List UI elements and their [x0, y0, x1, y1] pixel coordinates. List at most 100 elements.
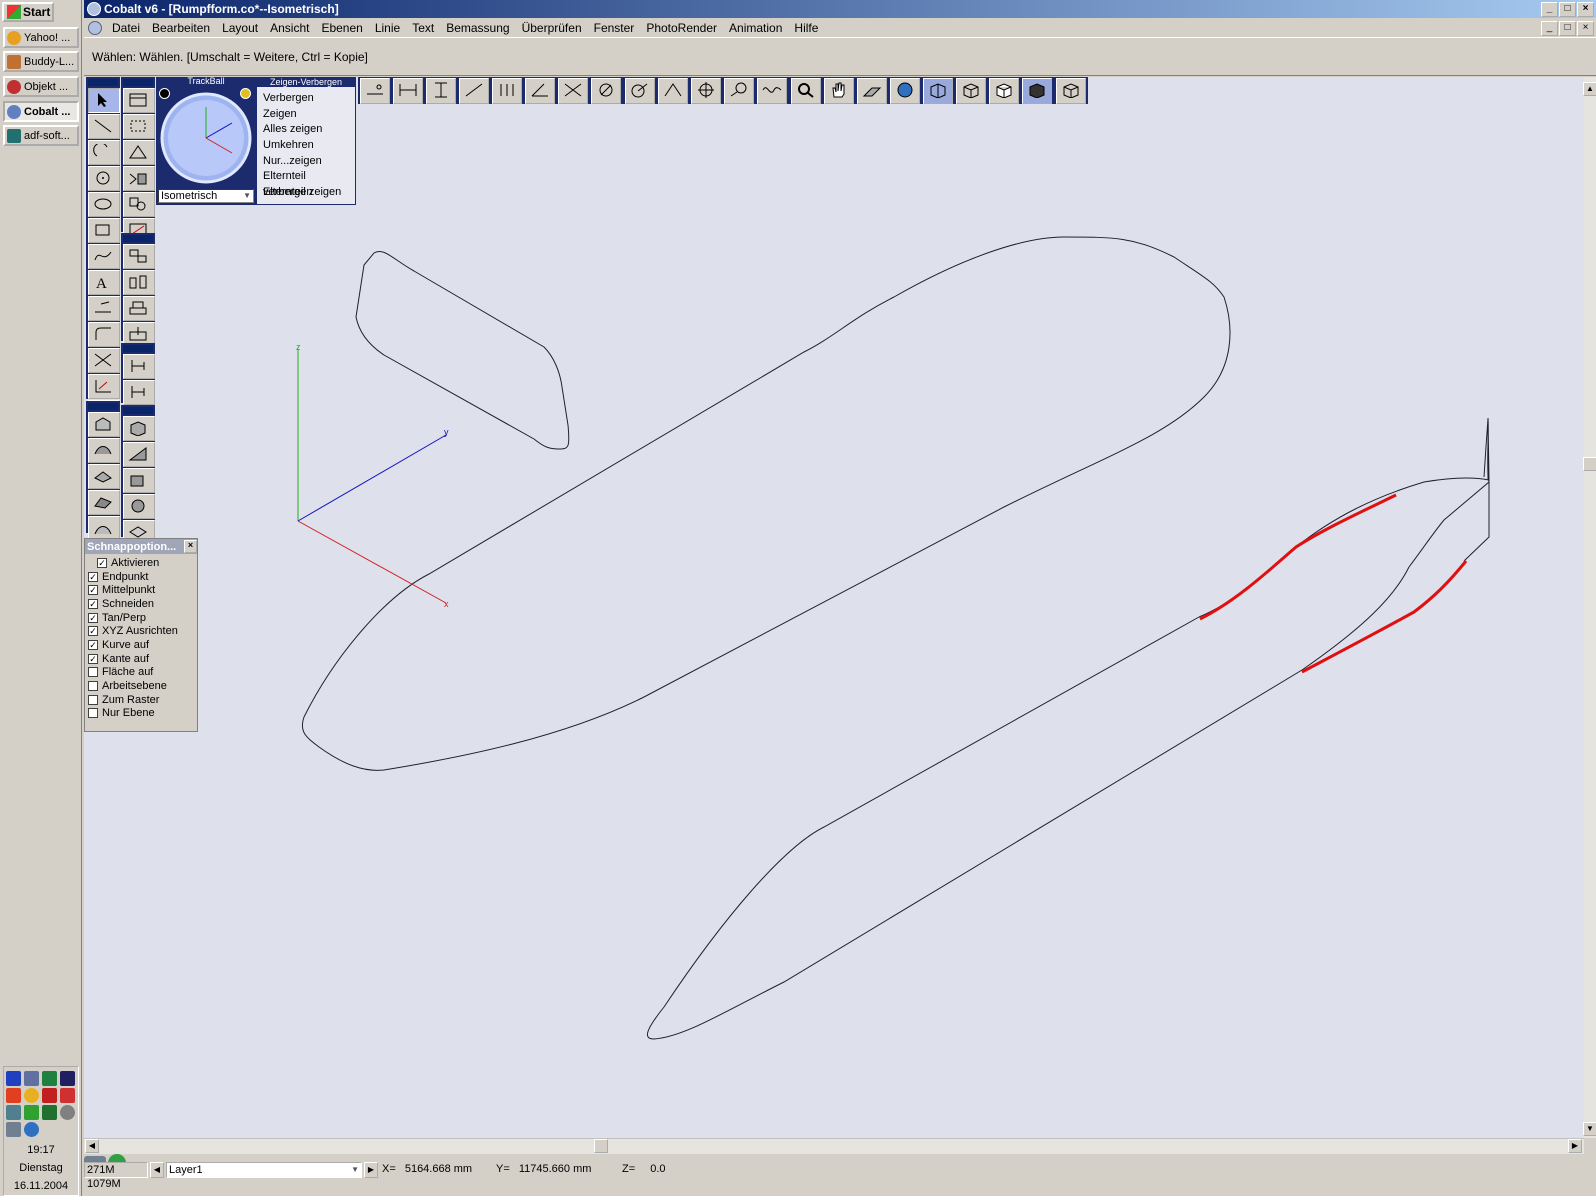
walk-view-icon[interactable]: [857, 78, 888, 104]
wedge-tool[interactable]: [123, 442, 155, 467]
snap-option-row[interactable]: ✓ XYZ Ausrichten: [85, 624, 197, 638]
ordinate-dimension-icon[interactable]: [657, 78, 688, 104]
menu-animation[interactable]: Animation: [723, 21, 788, 35]
palette-grip[interactable]: [88, 403, 118, 410]
layer-next-icon[interactable]: ▶: [364, 1162, 378, 1178]
blend-tool[interactable]: [88, 490, 120, 515]
scroll-up-arrow-icon[interactable]: ▲: [1583, 82, 1596, 96]
chart-icon[interactable]: [42, 1071, 57, 1086]
start-button[interactable]: Start: [2, 2, 54, 22]
mirror-tool[interactable]: [123, 166, 155, 191]
snap-option-checkbox[interactable]: [88, 681, 98, 692]
ellipse-tool[interactable]: [88, 192, 120, 217]
snap-option-row[interactable]: Fläche auf: [85, 666, 197, 680]
antivirus-icon[interactable]: [60, 1088, 75, 1103]
snap-option-row[interactable]: ✓ Kurve auf: [85, 638, 197, 652]
user-icon[interactable]: [6, 1071, 21, 1086]
menu-hilfe[interactable]: Hilfe: [788, 21, 824, 35]
menu-text[interactable]: Text: [406, 21, 440, 35]
yahoo-tray-icon[interactable]: [24, 1088, 39, 1103]
hatch-tool[interactable]: [123, 140, 155, 165]
horizontal-dimension-icon[interactable]: [393, 78, 424, 104]
menu-ueberpruefen[interactable]: Überprüfen: [516, 21, 588, 35]
task-button-buddy[interactable]: Buddy-L...: [3, 51, 79, 72]
tool-tray-icon[interactable]: [6, 1122, 21, 1137]
palette-grip[interactable]: [123, 345, 153, 352]
chevron-down-icon[interactable]: ▼: [351, 1163, 359, 1177]
angle-dimension-icon[interactable]: [558, 78, 589, 104]
trim-tool[interactable]: [88, 348, 120, 373]
snap-option-row[interactable]: ✓ Endpunkt: [85, 570, 197, 584]
close-button[interactable]: ×: [1577, 2, 1594, 17]
maximize-button[interactable]: □: [1559, 2, 1576, 17]
wireframe-view-icon[interactable]: [923, 78, 954, 104]
globe-icon[interactable]: [24, 1122, 39, 1137]
menu-item-elternteil-zeigen[interactable]: Elternteil zeigen: [257, 185, 355, 201]
scroll-right-arrow-icon[interactable]: ▶: [1568, 1139, 1582, 1153]
connection-icon[interactable]: [6, 1105, 21, 1120]
box-tool[interactable]: [123, 416, 155, 441]
spline-tool[interactable]: [88, 244, 120, 269]
orbit-icon[interactable]: [890, 78, 921, 104]
doc-minimize-button[interactable]: _: [1541, 21, 1558, 36]
menu-item-elternteil-verbergen[interactable]: Elternteil verbergen: [257, 169, 355, 198]
snap-option-checkbox[interactable]: [88, 708, 98, 719]
menu-photorender[interactable]: PhotoRender: [640, 21, 723, 35]
angular-dimension-icon[interactable]: [525, 78, 556, 104]
rectangle-tool[interactable]: [88, 218, 120, 243]
menu-item-umkehren[interactable]: Umkehren: [257, 138, 355, 154]
render-view-icon[interactable]: [1022, 78, 1053, 104]
snap-option-checkbox[interactable]: ✓: [88, 585, 98, 596]
snap-activate-row[interactable]: ✓ Aktivieren: [85, 556, 197, 570]
snap-option-row[interactable]: ✓ Schneiden: [85, 597, 197, 611]
menu-ebenen[interactable]: Ebenen: [315, 21, 368, 35]
chevron-down-icon[interactable]: ▼: [243, 190, 251, 202]
wave-dimension-icon[interactable]: [756, 78, 787, 104]
stack-tool[interactable]: [123, 296, 155, 321]
app-icon[interactable]: [87, 2, 101, 16]
hidden-line-view-icon[interactable]: [956, 78, 987, 104]
layout-tool[interactable]: [123, 88, 155, 113]
battery-icon[interactable]: [24, 1105, 39, 1120]
block-tool[interactable]: [123, 192, 155, 217]
palette-grip[interactable]: [123, 407, 153, 414]
snap-tool-1[interactable]: [360, 78, 390, 104]
text-tool[interactable]: A: [88, 270, 120, 295]
menu-item-alles-zeigen[interactable]: Alles zeigen: [257, 122, 355, 138]
snap-option-row[interactable]: Nur Ebene: [85, 707, 197, 721]
sweep-tool[interactable]: [88, 464, 120, 489]
menu-layout[interactable]: Layout: [216, 21, 264, 35]
snap-option-row[interactable]: Arbeitsebene: [85, 679, 197, 693]
dimension-tool[interactable]: [88, 296, 120, 321]
task-button-cobalt[interactable]: Cobalt ...: [3, 101, 79, 122]
refresh-icon[interactable]: [60, 1105, 75, 1120]
select-tool[interactable]: [88, 88, 120, 113]
menu-datei[interactable]: Datei: [106, 21, 146, 35]
menu-fenster[interactable]: Fenster: [588, 21, 641, 35]
snap-option-row[interactable]: ✓ Tan/Perp: [85, 611, 197, 625]
menu-ansicht[interactable]: Ansicht: [264, 21, 315, 35]
arc-tool[interactable]: [88, 140, 120, 165]
menu-item-zeigen[interactable]: Zeigen: [257, 107, 355, 123]
circle-tool[interactable]: [88, 166, 120, 191]
snap-option-checkbox[interactable]: ✓: [88, 639, 98, 650]
doc-restore-button[interactable]: □: [1559, 21, 1576, 36]
minimize-button[interactable]: _: [1541, 2, 1558, 17]
drawing-viewport[interactable]: z y x: [84, 77, 1584, 1138]
menu-item-verbergen[interactable]: Verbergen: [257, 91, 355, 107]
snap-option-row[interactable]: Zum Raster: [85, 693, 197, 707]
menu-bearbeiten[interactable]: Bearbeiten: [146, 21, 216, 35]
snap-option-checkbox[interactable]: ✓: [88, 612, 98, 623]
snap-option-checkbox[interactable]: ✓: [88, 653, 98, 664]
scroll-down-arrow-icon[interactable]: ▼: [1583, 1122, 1596, 1136]
revolve-tool[interactable]: [123, 380, 155, 405]
network-icon[interactable]: [24, 1071, 39, 1086]
line-tool[interactable]: [88, 114, 120, 139]
document-icon[interactable]: [88, 21, 102, 35]
fillet-tool[interactable]: [88, 322, 120, 347]
pan-hand-icon[interactable]: [824, 78, 855, 104]
task-button-yahoo[interactable]: Yahoo! ...: [3, 27, 79, 48]
snap-option-checkbox[interactable]: ✓: [88, 626, 98, 637]
doc-close-button[interactable]: ×: [1577, 21, 1594, 36]
activate-checkbox[interactable]: ✓: [97, 557, 107, 568]
